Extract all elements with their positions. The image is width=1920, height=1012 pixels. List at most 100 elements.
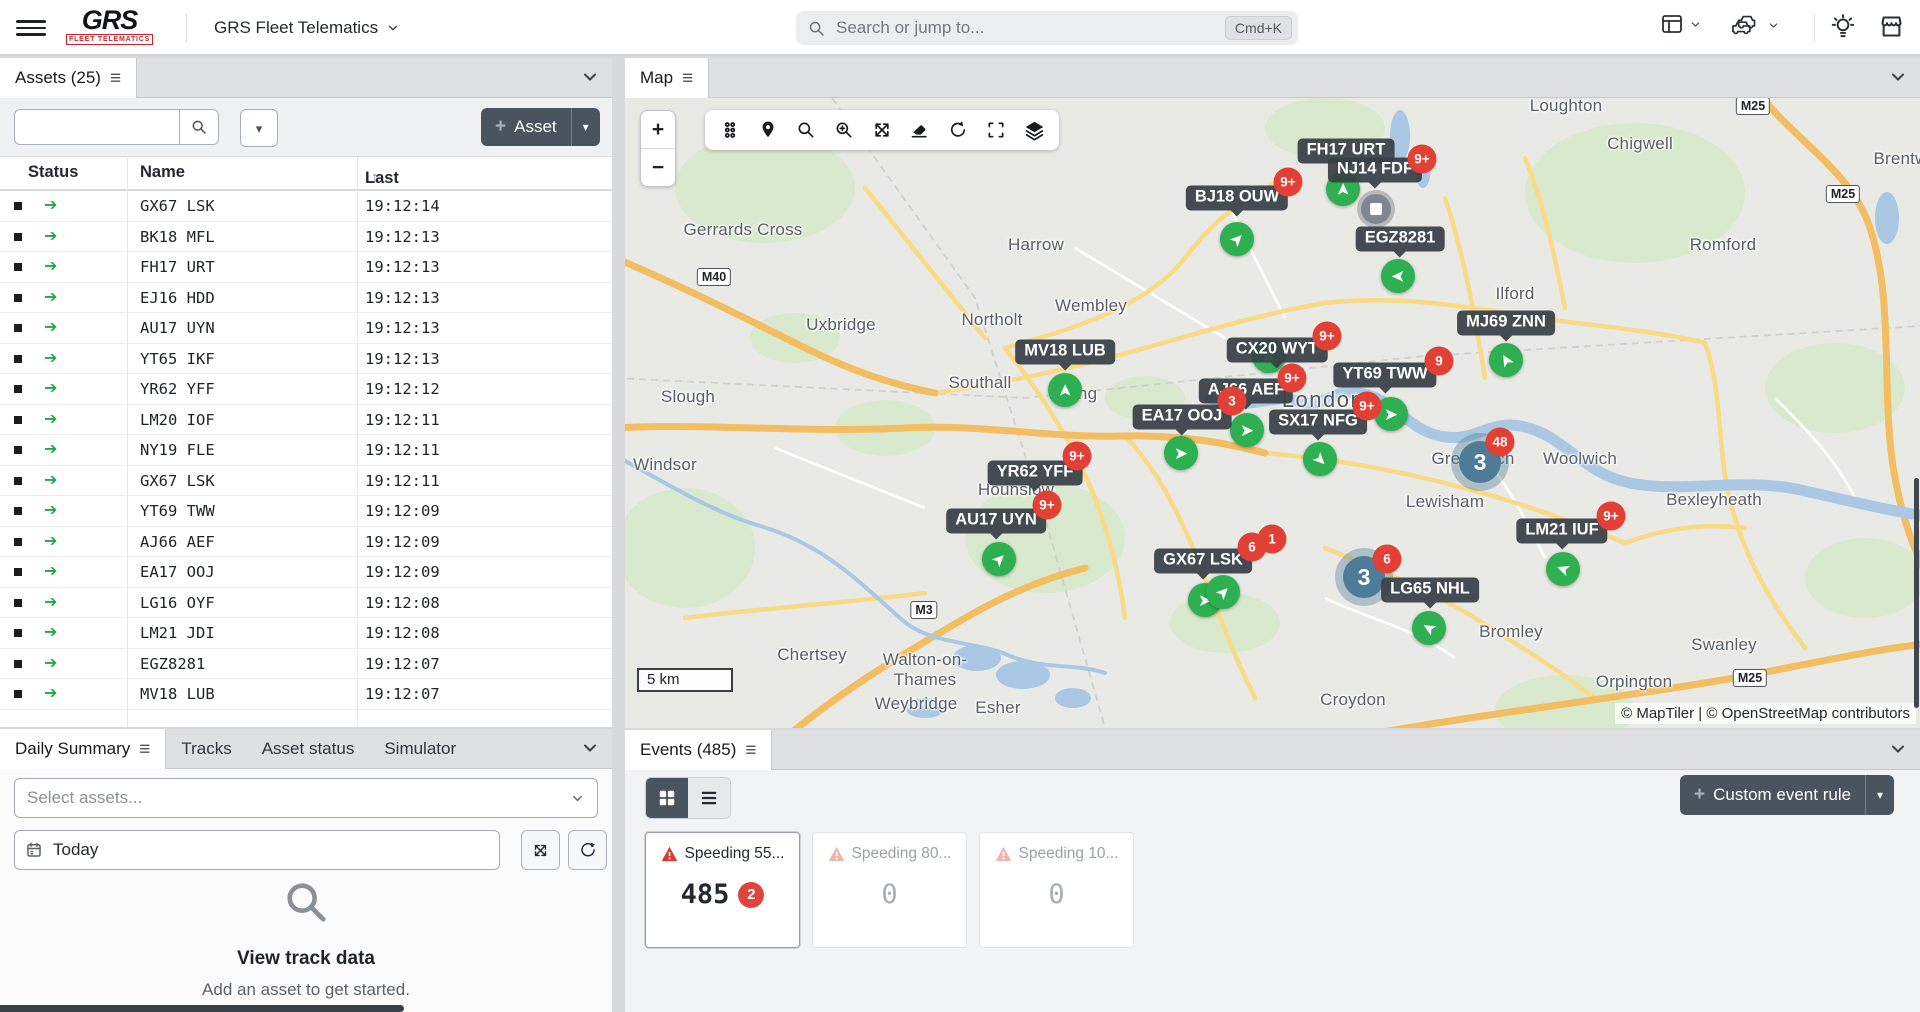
layout-switcher-button[interactable]: [1660, 12, 1702, 36]
marketplace-button[interactable]: [1878, 13, 1905, 40]
vehicle-label[interactable]: SX17 NFG: [1269, 410, 1367, 435]
workspace-switcher[interactable]: GRS Fleet Telematics: [214, 0, 400, 56]
vehicle-marker[interactable]: ➤: [1048, 373, 1082, 407]
vehicle-marker[interactable]: ➤: [1546, 552, 1580, 586]
layers-button[interactable]: [1015, 110, 1053, 150]
event-card[interactable]: Speeding 55...4852: [645, 832, 800, 948]
search-input[interactable]: [834, 17, 1225, 39]
tab-asset-status[interactable]: Asset status: [247, 729, 370, 768]
fleet-menu-button[interactable]: [1732, 12, 1780, 38]
asset-row[interactable]: ➔NY19 FLE19:12:11: [0, 435, 612, 466]
asset-row[interactable]: ➔FH17 URT19:12:13: [0, 252, 612, 283]
tab-options-icon[interactable]: ≡: [682, 69, 693, 88]
asset-row[interactable]: ➔LG16 OYF19:12:08: [0, 588, 612, 619]
tab-events[interactable]: Events (485) ≡: [625, 730, 772, 770]
vehicle-label[interactable]: CX20 WYT: [1227, 338, 1328, 363]
vehicle-label[interactable]: LG65 NHL: [1381, 578, 1479, 603]
asset-row[interactable]: ➔AU17 UYN19:12:13: [0, 313, 612, 344]
event-count-badge[interactable]: 9+: [1353, 392, 1382, 421]
assets-search-input[interactable]: [14, 109, 179, 145]
list-view-button[interactable]: [688, 778, 730, 818]
event-count-badge[interactable]: 9+: [1278, 364, 1307, 393]
collapse-panel-button[interactable]: [1888, 739, 1910, 761]
vehicle-marker[interactable]: ➤: [1164, 436, 1198, 470]
reset-rotation-button[interactable]: [939, 110, 977, 150]
hamburger-menu-icon[interactable]: [16, 14, 46, 42]
collapse-panel-button[interactable]: [1888, 67, 1910, 89]
assets-search-options-button[interactable]: ▾: [240, 109, 278, 147]
asset-row[interactable]: ➔YR62 YFF19:12:12: [0, 374, 612, 405]
event-count-badge[interactable]: 3: [1218, 387, 1247, 416]
grid-view-button[interactable]: [646, 778, 688, 818]
zoom-to-area-button[interactable]: [825, 110, 863, 150]
event-count-badge[interactable]: 9+: [1313, 322, 1342, 351]
event-count-badge[interactable]: 9+: [1274, 168, 1303, 197]
event-count-badge[interactable]: 9: [1425, 347, 1454, 376]
vehicle-marker[interactable]: ➤: [1412, 611, 1446, 645]
event-card[interactable]: Speeding 10...0: [979, 832, 1134, 948]
map-canvas[interactable]: LoughtonChigwellBrentwoodRomfordIlfordHa…: [625, 98, 1920, 728]
asset-row[interactable]: ➔YT65 IKF19:12:13: [0, 344, 612, 375]
event-count-badge[interactable]: 1: [1258, 525, 1287, 554]
add-asset-button[interactable]: +Asset ▾: [481, 108, 600, 146]
global-search[interactable]: Cmd+K: [796, 11, 1298, 45]
event-count-badge[interactable]: 48: [1486, 428, 1515, 457]
asset-row[interactable]: ➔AJ66 AEF19:12:09: [0, 527, 612, 558]
tab-assets[interactable]: Assets (25) ≡: [0, 58, 137, 98]
tab-map[interactable]: Map ≡: [625, 58, 709, 98]
asset-row[interactable]: ➔GX67 LSK19:12:11: [0, 466, 612, 497]
column-status[interactable]: Status: [28, 163, 78, 182]
vehicle-label[interactable]: EGZ8281: [1356, 227, 1445, 252]
map-search-button[interactable]: [787, 110, 825, 150]
fullscreen-button[interactable]: [977, 110, 1015, 150]
event-count-badge[interactable]: 9+: [1597, 502, 1626, 531]
column-name[interactable]: Name: [140, 163, 185, 182]
vehicle-label[interactable]: MJ69 ZNN: [1457, 311, 1555, 336]
vehicle-marker[interactable]: ➤: [982, 542, 1016, 576]
map-attribution[interactable]: © MapTiler | © OpenStreetMap contributor…: [1615, 703, 1916, 724]
asset-row[interactable]: ➔EJ16 HDD19:12:13: [0, 283, 612, 314]
collapse-panel-button[interactable]: [580, 738, 602, 760]
event-count-badge[interactable]: 6: [1373, 545, 1402, 574]
assets-search-button[interactable]: [179, 109, 219, 145]
whats-new-button[interactable]: [1830, 13, 1856, 41]
tab-options-icon[interactable]: ≡: [110, 69, 121, 88]
collapse-panel-button[interactable]: [580, 67, 602, 89]
vehicle-label[interactable]: MV18 LUB: [1015, 340, 1115, 365]
tab-simulator[interactable]: Simulator: [369, 729, 471, 768]
tab-options-icon[interactable]: ≡: [139, 740, 150, 759]
vehicle-label[interactable]: YT69 TWW: [1333, 363, 1436, 388]
event-count-badge[interactable]: 9+: [1033, 491, 1062, 520]
refresh-button[interactable]: [568, 830, 607, 870]
event-count-badge[interactable]: 9+: [1408, 145, 1437, 174]
date-range-picker[interactable]: Today: [14, 830, 500, 870]
vehicle-label[interactable]: EA17 OOJ: [1133, 405, 1232, 430]
fit-bounds-button[interactable]: [863, 110, 901, 150]
vehicle-marker[interactable]: ➤: [1489, 343, 1523, 377]
event-card[interactable]: Speeding 80...0: [812, 832, 967, 948]
asset-row[interactable]: ➔GX67 LSK19:12:14: [0, 191, 612, 222]
zoom-in-button[interactable]: +: [641, 111, 675, 149]
asset-row[interactable]: ➔YT69 TWW19:12:09: [0, 496, 612, 527]
vehicle-marker[interactable]: ➤: [1206, 575, 1240, 609]
asset-row[interactable]: ➔EGZ828119:12:07: [0, 649, 612, 680]
eraser-button[interactable]: [901, 110, 939, 150]
vehicle-marker[interactable]: ➤: [1303, 442, 1337, 476]
vertical-scrollbar-thumb[interactable]: [1914, 478, 1919, 708]
custom-event-rule-button[interactable]: +Custom event rule ▾: [1680, 775, 1894, 815]
fit-to-tracks-button[interactable]: [521, 830, 560, 870]
tab-tracks[interactable]: Tracks: [166, 729, 246, 768]
custom-event-rule-dropdown[interactable]: ▾: [1866, 775, 1894, 815]
stopped-vehicle-marker[interactable]: [1361, 194, 1391, 224]
vehicle-marker[interactable]: ➤: [1230, 413, 1264, 447]
vehicle-label[interactable]: LM21 IUF: [1516, 519, 1607, 544]
horizontal-scrollbar-thumb[interactable]: [0, 1005, 404, 1012]
vehicle-marker[interactable]: ➤: [1220, 222, 1254, 256]
zoom-out-button[interactable]: −: [641, 149, 675, 186]
asset-row[interactable]: ➔LM21 JDI19:12:08: [0, 618, 612, 649]
add-asset-dropdown[interactable]: ▾: [572, 108, 600, 146]
vehicle-label[interactable]: GX67 LSK: [1154, 549, 1252, 574]
event-count-badge[interactable]: 9+: [1063, 442, 1092, 471]
locate-pin-button[interactable]: [749, 110, 787, 150]
vehicle-marker[interactable]: ➤: [1381, 259, 1415, 293]
